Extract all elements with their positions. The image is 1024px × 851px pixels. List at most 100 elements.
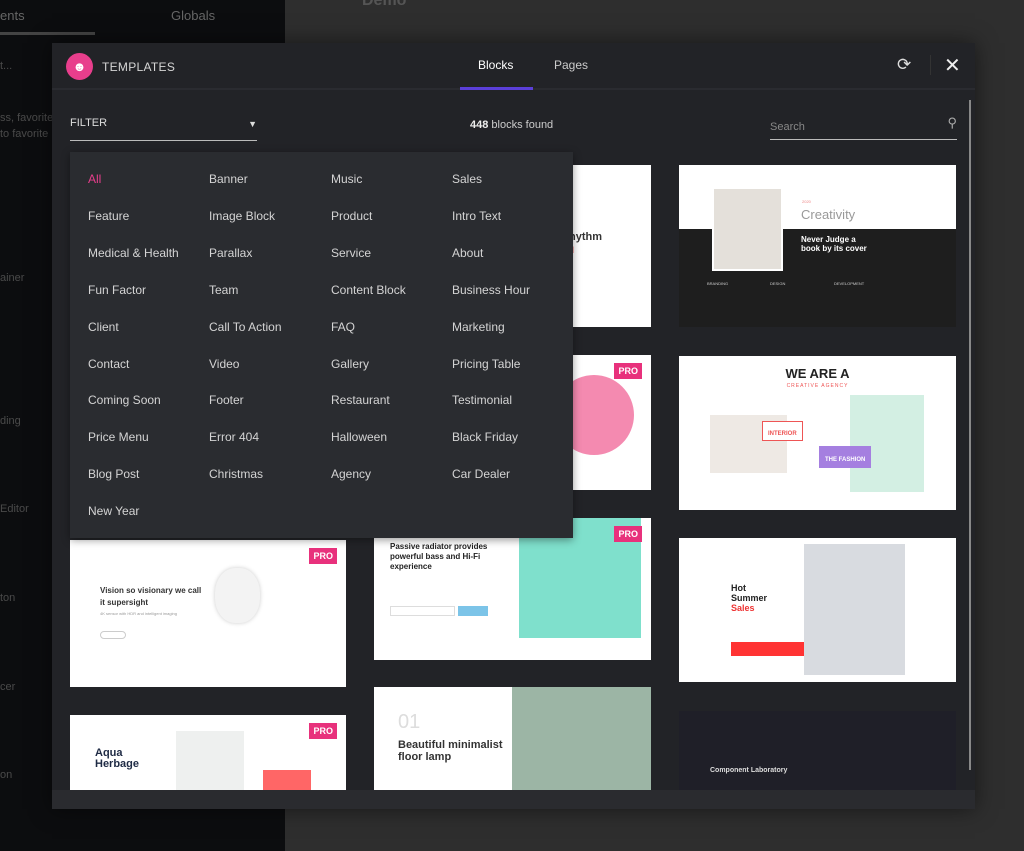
card-col: BRANDING	[707, 281, 729, 286]
card-tag: INTERIOR	[762, 421, 803, 441]
templates-modal: ☻ TEMPLATES Blocks Pages ⟳ ✕ FILTER ▼ 44…	[52, 43, 975, 809]
filter-option[interactable]: Intro Text	[452, 209, 501, 223]
count-value: 448	[470, 119, 489, 131]
filter-option[interactable]: Client	[88, 320, 119, 334]
tab-underline	[0, 32, 95, 35]
filter-option[interactable]: Price Menu	[88, 430, 149, 444]
filter-option[interactable]: Footer	[209, 393, 244, 407]
search-icon[interactable]: ⚲	[947, 115, 957, 131]
card-title: Beautiful minimalist floor lamp	[398, 739, 503, 763]
filter-option[interactable]: Parallax	[209, 246, 252, 260]
filter-option[interactable]: Music	[331, 172, 362, 186]
filter-option[interactable]: About	[452, 246, 483, 260]
filter-option[interactable]: Sales	[452, 172, 482, 186]
filter-option[interactable]: FAQ	[331, 320, 355, 334]
filter-option[interactable]: Content Block	[331, 283, 406, 297]
scrollbar[interactable]	[969, 100, 971, 770]
filter-option[interactable]: Fun Factor	[88, 283, 146, 297]
email-input-preview	[390, 606, 455, 616]
widget-text-editor[interactable]: Editor	[0, 503, 29, 515]
card-year: 2020	[802, 199, 811, 204]
refresh-icon[interactable]: ⟳	[897, 55, 911, 75]
filter-option[interactable]: Banner	[209, 172, 248, 186]
filter-option[interactable]: Video	[209, 357, 239, 371]
tab-elements[interactable]: ents	[0, 8, 25, 23]
card-title-line: Sales	[731, 603, 755, 613]
send-button-preview	[458, 606, 488, 616]
filter-option[interactable]: Image Block	[209, 209, 275, 223]
filter-option[interactable]: Service	[331, 246, 371, 260]
caret-down-icon: ▼	[248, 119, 257, 129]
template-card[interactable]: Component Laboratory	[679, 711, 956, 801]
filter-option[interactable]: Error 404	[209, 430, 259, 444]
tab-globals[interactable]: Globals	[171, 8, 215, 23]
card-number: 01	[398, 711, 421, 733]
card-headline: Never Judge a book by its cover	[801, 235, 867, 253]
pro-badge: PRO	[309, 723, 337, 739]
filter-option[interactable]: Testimonial	[452, 393, 512, 407]
filter-option[interactable]: Pricing Table	[452, 357, 520, 371]
filter-option[interactable]: Feature	[88, 209, 129, 223]
widget-heading[interactable]: ding	[0, 415, 21, 427]
filter-option[interactable]: All	[88, 172, 101, 186]
close-icon[interactable]: ✕	[944, 53, 961, 78]
card-title: Component Laboratory	[710, 767, 788, 774]
card-col: DESIGN	[770, 281, 786, 286]
filter-select[interactable]: FILTER ▼	[70, 117, 257, 141]
card-title: Aqua Herbage	[95, 747, 140, 770]
widget-button[interactable]: ton	[0, 592, 15, 604]
pro-badge: PRO	[614, 526, 642, 542]
filter-option[interactable]: Contact	[88, 357, 129, 371]
card-image	[512, 687, 651, 797]
template-card[interactable]: 2020 Creativity Never Judge a book by it…	[679, 165, 956, 327]
template-card[interactable]: New graphene material Passive radiator p…	[374, 518, 651, 660]
logo-icon: ☻	[66, 53, 93, 80]
search-input[interactable]	[770, 121, 930, 133]
filter-option[interactable]: New Year	[88, 504, 139, 518]
filter-option[interactable]: Team	[209, 283, 238, 297]
card-subtitle: CREATIVE AGENCY	[786, 383, 849, 389]
filter-option[interactable]: Gallery	[331, 357, 369, 371]
widget-container[interactable]: ainer	[0, 272, 24, 284]
template-card[interactable]: 01 Beautiful minimalist floor lamp	[374, 687, 651, 797]
hint-text: ss, favorite	[0, 112, 54, 124]
filter-option[interactable]: Agency	[331, 467, 371, 481]
card-title: WE ARE A	[785, 366, 850, 381]
cta-button-preview	[100, 631, 126, 639]
template-card[interactable]: Vision so visionary we call it supersigh…	[70, 540, 346, 687]
card-title: Creativity	[801, 207, 856, 222]
filter-option[interactable]: Marketing	[452, 320, 505, 334]
tab-pages[interactable]: Pages	[554, 58, 588, 72]
card-title-line: Hot	[731, 583, 746, 593]
filter-option[interactable]: Coming Soon	[88, 393, 161, 407]
modal-header: ☻ TEMPLATES Blocks Pages ⟳ ✕	[52, 43, 975, 90]
card-title-line: Summer	[731, 593, 768, 603]
filter-option[interactable]: Car Dealer	[452, 467, 510, 481]
filter-option[interactable]: Christmas	[209, 467, 263, 481]
filter-option[interactable]: Black Friday	[452, 430, 518, 444]
card-image	[850, 395, 924, 492]
active-tab-indicator	[460, 87, 533, 90]
card-title: Passive radiator provides powerful bass …	[390, 542, 488, 571]
filter-option[interactable]: Halloween	[331, 430, 387, 444]
search-text: t...	[0, 60, 13, 72]
card-image	[215, 568, 260, 623]
filter-option[interactable]: Business Hour	[452, 283, 530, 297]
filter-option[interactable]: Call To Action	[209, 320, 282, 334]
filter-option[interactable]: Medical & Health	[88, 246, 179, 260]
template-card[interactable]: WE ARE A CREATIVE AGENCY INTERIOR THE FA…	[679, 356, 956, 510]
search-field[interactable]: ⚲	[770, 115, 957, 140]
template-card[interactable]: Hot Summer Sales	[679, 538, 956, 682]
hint-text: to favorite	[0, 128, 49, 140]
widget-spacer[interactable]: cer	[0, 681, 15, 693]
filter-option[interactable]: Restaurant	[331, 393, 390, 407]
tab-blocks[interactable]: Blocks	[478, 58, 513, 72]
widget-icon[interactable]: on	[0, 769, 12, 781]
card-subtitle: 4K sensor with HDR and intelligent imagi…	[100, 611, 177, 616]
filter-option[interactable]: Product	[331, 209, 372, 223]
filter-option[interactable]: Blog Post	[88, 467, 139, 481]
card-tag: THE FASHION	[819, 446, 872, 468]
card-title: Vision so visionary we call it supersigh…	[100, 586, 202, 607]
card-image	[712, 187, 783, 271]
card-col: DEVELOPMENT	[834, 281, 865, 286]
